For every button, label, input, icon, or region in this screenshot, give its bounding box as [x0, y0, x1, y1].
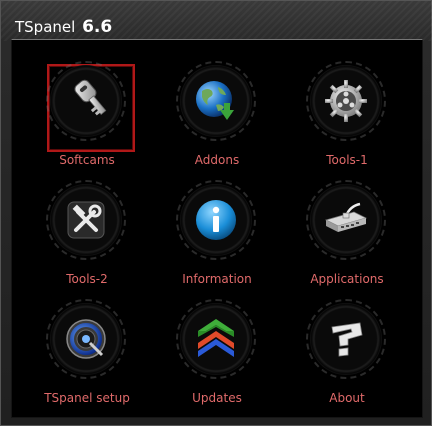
app-title: TSpanel — [15, 18, 76, 36]
menu-item-label: Information — [182, 272, 252, 286]
window-title: TSpanel 6.6 — [15, 15, 112, 39]
power-knob-icon — [64, 317, 108, 361]
menu-item-label: TSpanel setup — [44, 391, 130, 405]
app-version: 6.6 — [82, 17, 113, 37]
key-icon — [64, 79, 108, 123]
updates-arrows-icon — [194, 317, 238, 361]
question-icon — [324, 317, 368, 361]
menu-item-softcams[interactable]: Softcams — [22, 52, 152, 170]
menu-item-tspanel-setup[interactable]: TSpanel setup — [22, 290, 152, 408]
gear-icon — [324, 79, 368, 123]
menu-item-label: Updates — [192, 391, 242, 405]
menu-item-about[interactable]: About — [282, 290, 412, 408]
menu-item-label: Addons — [194, 153, 240, 167]
globe-download-icon — [194, 79, 238, 123]
wrench-hammer-icon — [64, 198, 108, 242]
menu-item-updates[interactable]: Updates — [152, 290, 282, 408]
menu-item-information[interactable]: Information — [152, 171, 282, 289]
menu-item-addons[interactable]: Addons — [152, 52, 282, 170]
menu-item-label: Applications — [310, 272, 384, 286]
menu-grid: Softcams Addons Tools-1 Tools-2 Informat… — [11, 39, 423, 418]
info-icon — [194, 198, 238, 242]
menu-item-applications[interactable]: Applications — [282, 171, 412, 289]
menu-item-label: Softcams — [59, 153, 115, 167]
menu-item-tools-2[interactable]: Tools-2 — [22, 171, 152, 289]
menu-item-label: Tools-1 — [326, 153, 368, 167]
menu-item-label: Tools-2 — [66, 272, 108, 286]
menu-item-tools-1[interactable]: Tools-1 — [282, 52, 412, 170]
tspanel-window: TSpanel 6.6 Softcams Addons Tools-1 Tool… — [0, 0, 432, 426]
menu-item-label: About — [329, 391, 365, 405]
network-device-icon — [324, 198, 368, 242]
